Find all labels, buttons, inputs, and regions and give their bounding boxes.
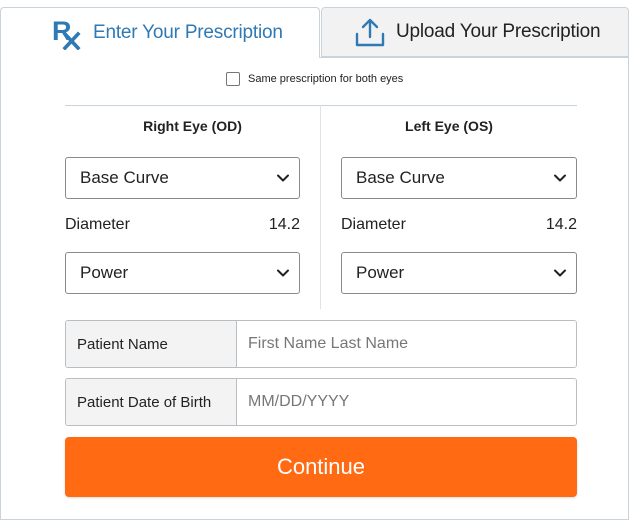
right-eye-heading: Right Eye (OD) [143,118,242,134]
tab-enter-label: Enter Your Prescription [93,22,283,43]
right-power-select[interactable]: Power [65,252,300,294]
upload-icon [354,15,386,49]
patient-dob-label: Patient Date of Birth [66,379,237,425]
svg-text:R: R [52,16,72,46]
same-prescription-label[interactable]: Same prescription for both eyes [248,73,403,85]
panel-top-border [320,57,629,58]
patient-name-label: Patient Name [66,321,237,367]
left-diameter-label: Diameter [341,216,406,233]
right-diameter-label: Diameter [65,216,130,233]
left-eye-heading: Left Eye (OS) [405,118,493,134]
left-base-curve-value: Base Curve [356,168,445,187]
column-divider [320,105,321,309]
chevron-down-icon [277,267,289,279]
tab-upload-label: Upload Your Prescription [396,21,601,42]
left-diameter-value: 14.2 [545,216,577,233]
same-prescription-checkbox[interactable] [226,72,240,86]
prescription-tabs: R Enter Your Prescription Upload Your Pr… [0,0,637,58]
chevron-down-icon [554,172,566,184]
right-power-value: Power [80,263,129,282]
chevron-down-icon [277,172,289,184]
left-power-select[interactable]: Power [341,252,577,294]
patient-name-input[interactable] [237,321,576,367]
patient-dob-input[interactable] [237,379,576,425]
left-power-value: Power [356,263,405,282]
right-diameter-value: 14.2 [268,216,300,233]
tab-upload-prescription[interactable]: Upload Your Prescription [321,7,629,57]
patient-dob-field: Patient Date of Birth [65,378,577,426]
rx-icon: R [51,15,81,51]
patient-name-field: Patient Name [65,320,577,368]
same-prescription-row: Same prescription for both eyes [226,72,403,86]
tab-enter-prescription[interactable]: R Enter Your Prescription [0,7,320,58]
right-base-curve-select[interactable]: Base Curve [65,157,300,199]
chevron-down-icon [554,267,566,279]
continue-button[interactable]: Continue [65,437,577,497]
section-divider [65,105,577,106]
right-base-curve-value: Base Curve [80,168,169,187]
left-base-curve-select[interactable]: Base Curve [341,157,577,199]
